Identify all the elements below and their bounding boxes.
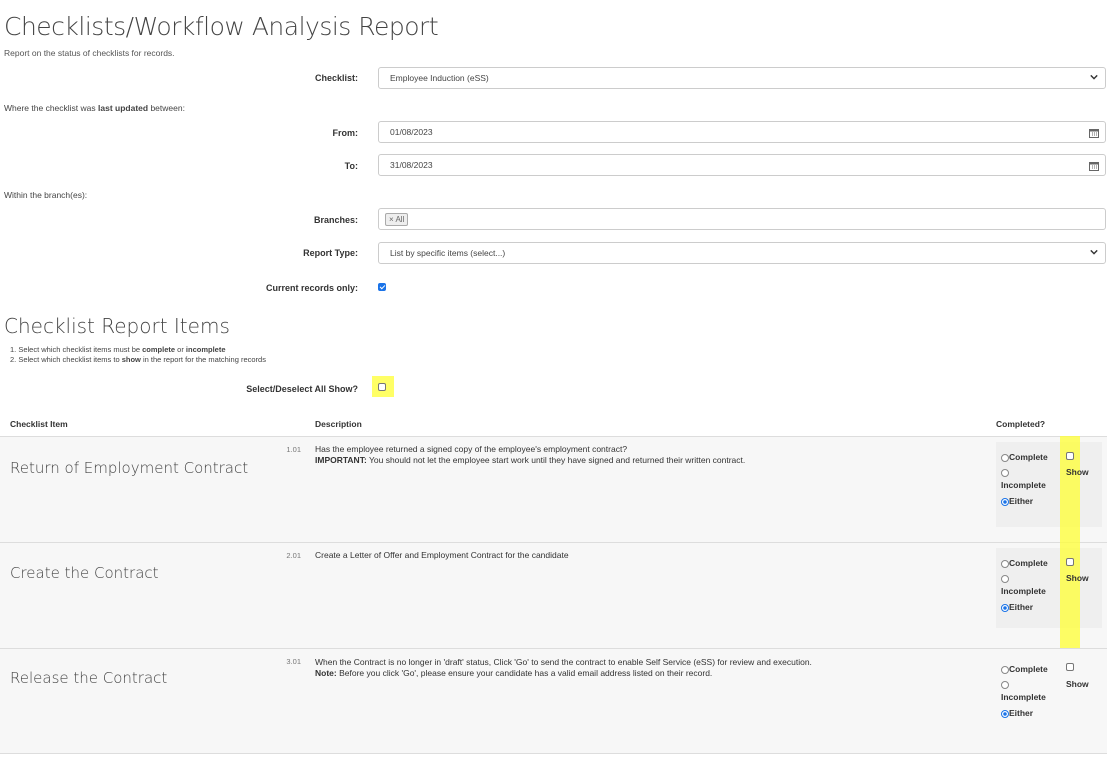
radio-either[interactable]: [1001, 709, 1009, 718]
select-all-show-checkbox[interactable]: [378, 383, 386, 391]
current-records-label: Current records only:: [265, 283, 358, 293]
calendar-icon[interactable]: [1089, 161, 1099, 171]
select-all-label: Select/Deselect All Show?: [246, 384, 358, 394]
row-description: Create a Letter of Offer and Employment …: [315, 550, 569, 560]
branches-label: Branches:: [313, 215, 358, 225]
checklist-select[interactable]: Employee Induction (eSS): [378, 67, 1106, 89]
last-updated-note: Where the checklist was last updated bet…: [4, 103, 185, 113]
radio-incomplete[interactable]: [1001, 680, 1009, 689]
from-date-input[interactable]: 01/08/2023: [378, 121, 1106, 143]
show-checkbox[interactable]: [1066, 558, 1074, 566]
page-subtitle: Report on the status of checklists for r…: [4, 48, 175, 58]
items-heading: Checklist Report Items: [4, 314, 230, 338]
completion-options: Complete Incomplete Either: [1001, 558, 1048, 612]
to-date-input[interactable]: 31/08/2023: [378, 154, 1106, 176]
checklist-select-value: Employee Induction (eSS): [390, 73, 489, 83]
from-label: From:: [332, 128, 359, 138]
show-label: Show: [1066, 573, 1089, 583]
row-number: 1.01: [286, 445, 301, 454]
row-number: 3.01: [286, 657, 301, 666]
radio-incomplete[interactable]: [1001, 468, 1009, 477]
show-checkbox[interactable]: [1066, 663, 1074, 671]
row-description: When the Contract is no longer in 'draft…: [315, 657, 812, 679]
to-label: To:: [344, 161, 358, 171]
chevron-down-icon: [1090, 249, 1098, 255]
to-date-value: 31/08/2023: [390, 160, 433, 170]
col-header-completed: Completed?: [996, 419, 1046, 429]
row-description: Has the employee returned a signed copy …: [315, 444, 746, 466]
radio-either[interactable]: [1001, 603, 1009, 612]
row-title: Create the Contract: [10, 564, 159, 582]
radio-either[interactable]: [1001, 497, 1009, 506]
show-label: Show: [1066, 467, 1089, 477]
radio-complete[interactable]: [1001, 665, 1009, 674]
show-label: Show: [1066, 679, 1089, 689]
radio-complete[interactable]: [1001, 559, 1009, 568]
col-header-item: Checklist Item: [10, 419, 68, 429]
report-type-select[interactable]: List by specific items (select...): [378, 242, 1106, 264]
page-title: Checklists/Workflow Analysis Report: [4, 12, 439, 41]
instruction-step-1: 1. Select which checklist items must be …: [10, 345, 226, 354]
report-type-label: Report Type:: [303, 248, 358, 258]
branch-note: Within the branch(es):: [4, 190, 88, 200]
branch-tag-all[interactable]: × All: [385, 212, 409, 226]
branches-multiselect[interactable]: × All: [378, 208, 1106, 230]
from-date-value: 01/08/2023: [390, 127, 433, 137]
radio-complete[interactable]: [1001, 453, 1009, 462]
checklist-label: Checklist:: [314, 73, 358, 83]
chevron-down-icon: [1090, 74, 1098, 80]
completion-options: Complete Incomplete Either: [1001, 664, 1048, 718]
show-checkbox[interactable]: [1066, 452, 1074, 460]
row-number: 2.01: [286, 551, 301, 560]
row-title: Return of Employment Contract: [10, 459, 249, 477]
row-title: Release the Contract: [10, 669, 168, 687]
instruction-step-2: 2. Select which checklist items to show …: [10, 355, 266, 364]
completion-options: Complete Incomplete Either: [1001, 452, 1048, 506]
report-type-value: List by specific items (select...): [390, 248, 506, 258]
current-records-checkbox[interactable]: [378, 283, 386, 291]
calendar-icon[interactable]: [1089, 128, 1099, 138]
radio-incomplete[interactable]: [1001, 574, 1009, 583]
col-header-description: Description: [315, 419, 362, 429]
